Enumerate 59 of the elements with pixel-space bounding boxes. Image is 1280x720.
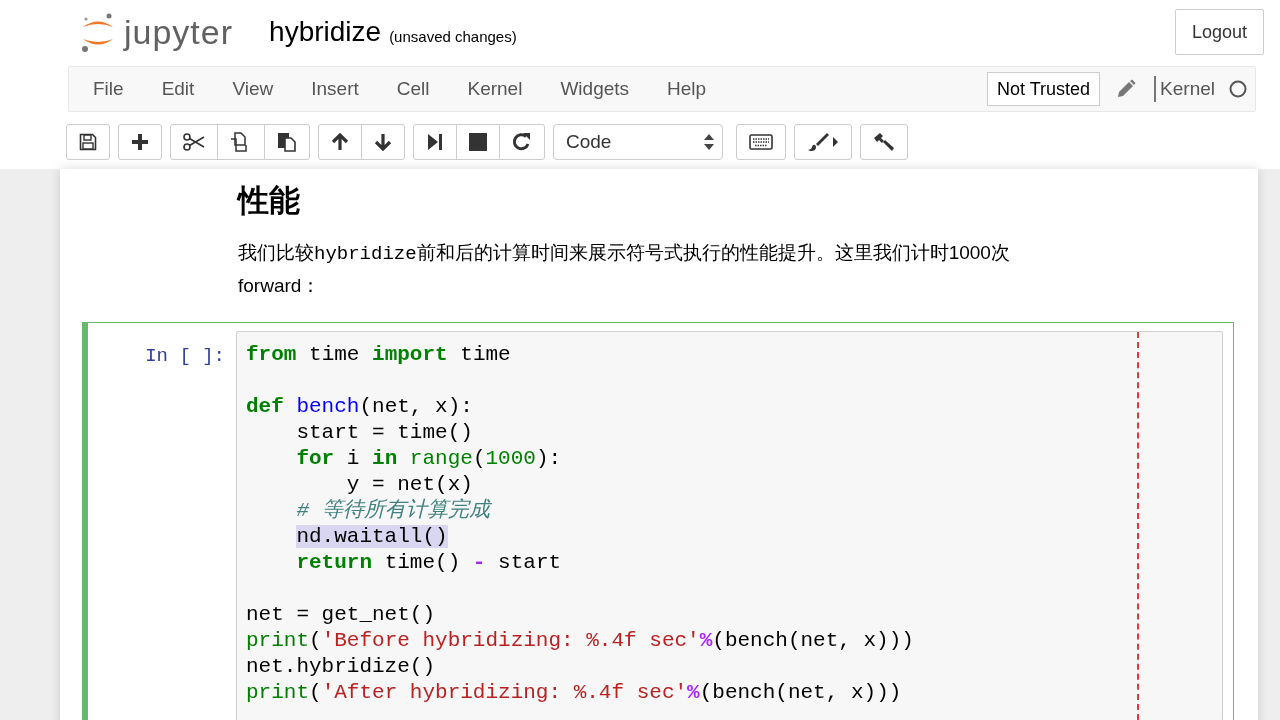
insert-cell-button[interactable] <box>118 124 162 160</box>
updown-caret-icon <box>704 133 714 151</box>
step-forward-icon <box>427 133 443 151</box>
menu-item[interactable]: Kernel <box>451 78 539 100</box>
code-line: start = time() <box>296 420 473 446</box>
stop-icon <box>469 133 487 151</box>
notebook-name[interactable]: hybridize <box>269 18 382 46</box>
code-editor[interactable] <box>236 331 1223 720</box>
kernel-name: Kernel <box>1160 78 1215 100</box>
save-status: (unsaved changes) <box>389 27 517 45</box>
menu-item[interactable]: Cell <box>380 78 446 100</box>
logo-text: jupyter <box>124 15 234 49</box>
code-line: net = get_net() <box>246 602 436 628</box>
code-line: from time import time <box>246 342 511 368</box>
code-line: print('Before hybridizing: %.4f sec'%(bench(net, x))) <box>246 628 914 654</box>
move-up-button[interactable] <box>318 124 362 160</box>
input-prompt: In [ ]: <box>145 345 225 367</box>
copy-button[interactable] <box>217 124 265 160</box>
plus-icon <box>131 133 149 151</box>
keyboard-button[interactable] <box>736 124 786 160</box>
keyboard-icon <box>749 134 773 150</box>
logout-button[interactable]: Logout <box>1174 9 1264 55</box>
menu-item[interactable]: Help <box>651 78 723 100</box>
paste-button[interactable] <box>264 124 310 160</box>
arrow-down-icon <box>374 133 392 151</box>
arrow-up-icon <box>331 133 349 151</box>
code-line: print('After hybridizing: %.4f sec'%(bench(net, x))) <box>246 680 902 706</box>
run-button[interactable] <box>413 124 457 160</box>
menu-item[interactable]: View <box>216 78 290 100</box>
menu-item[interactable]: Insert <box>295 78 375 100</box>
pencil-icon[interactable] <box>1116 79 1137 99</box>
code-line: def bench(net, x): <box>246 394 473 420</box>
code-line: # 等待所有计算完成 <box>296 498 490 524</box>
move-down-button[interactable] <box>361 124 405 160</box>
save-button[interactable] <box>66 124 110 160</box>
code-line: net.hybridize() <box>246 654 436 680</box>
code-line: for i in range(1000): <box>296 446 562 472</box>
menu-item[interactable]: Widgets <box>544 78 646 100</box>
scissors-icon <box>183 133 205 151</box>
restart-button[interactable] <box>499 124 545 160</box>
menu-item[interactable]: File <box>77 78 140 100</box>
menu-item[interactable]: Edit <box>145 78 211 100</box>
hammer-button[interactable] <box>860 124 908 160</box>
code-cell[interactable] <box>82 322 1234 720</box>
cut-button[interactable] <box>170 124 218 160</box>
jupyter-logo[interactable]: jupyter <box>80 2 234 62</box>
code-line: y = net(x) <box>346 472 473 498</box>
stop-button[interactable] <box>456 124 500 160</box>
brush-icon <box>807 132 839 152</box>
hammer-icon <box>873 132 895 152</box>
restart-icon <box>512 132 532 152</box>
paste-icon <box>277 132 297 152</box>
brush-button[interactable] <box>794 124 852 160</box>
code-line: return time() - start <box>296 550 562 576</box>
save-icon <box>79 133 97 151</box>
trust-button[interactable]: Not Trusted <box>987 72 1101 106</box>
section-heading: 性能 <box>238 182 301 220</box>
cell-type-dropdown[interactable]: Code <box>553 124 723 160</box>
paragraph: 我们比较hybridize前和后的计算时间来展示符号式执行的性能提升。这里我们计时1000次forward： <box>238 241 1011 298</box>
